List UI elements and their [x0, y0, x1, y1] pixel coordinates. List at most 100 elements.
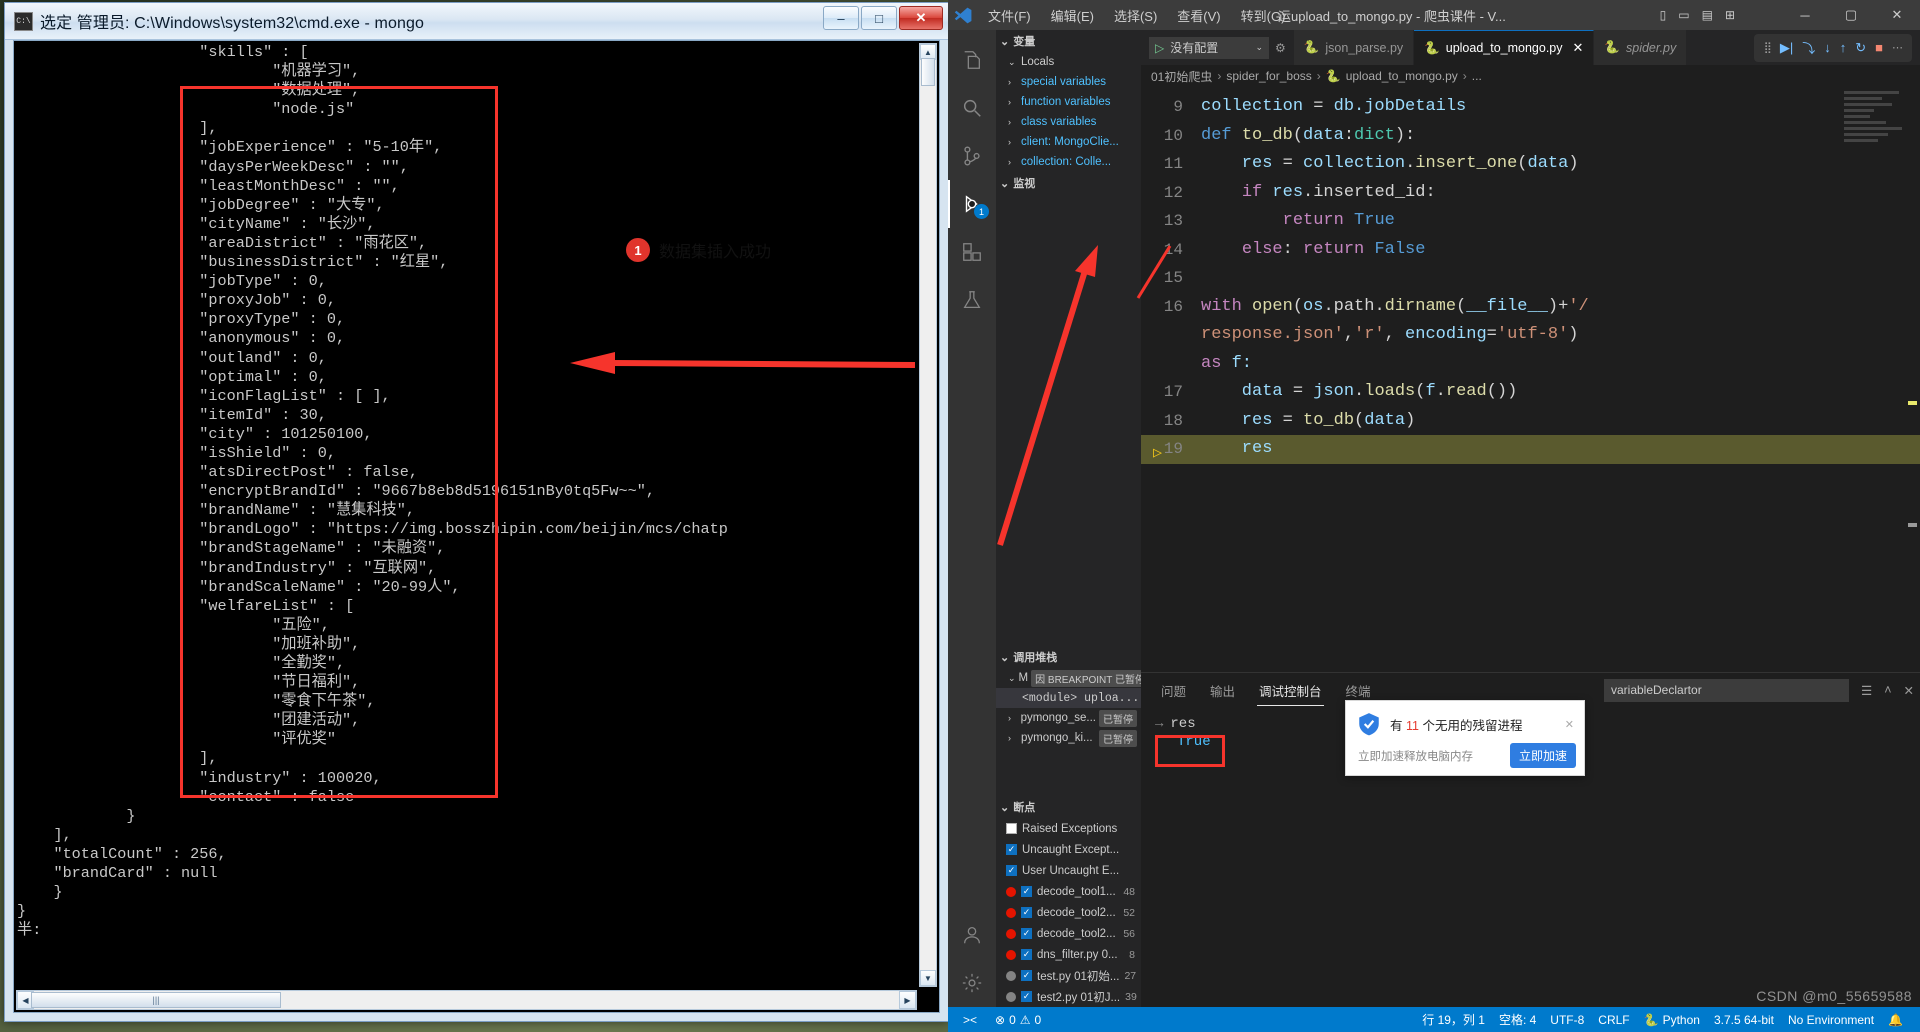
step-over-icon[interactable]: ⤵ [1802, 38, 1815, 57]
tab-debug-console[interactable]: 调试控制台 [1257, 675, 1324, 706]
layout-toggle-icons[interactable]: ▯ ▭ ▤ ⊞ [1660, 8, 1735, 22]
cmd-vscroll-thumb[interactable] [921, 58, 935, 86]
scroll-right-icon[interactable]: ▶ [899, 991, 916, 1009]
callstack-thread-row[interactable]: ⌄ M 因 BREAKPOINT 已暂停 [996, 668, 1141, 688]
checkbox-checked[interactable]: ✓ [1006, 844, 1017, 855]
checkbox-checked[interactable]: ✓ [1021, 886, 1032, 897]
debug-settings-gear-icon[interactable]: ⚙ [1275, 41, 1286, 55]
cursor-position[interactable]: 行 19，列 1 [1415, 1007, 1492, 1032]
tree-row[interactable]: › special variables [996, 72, 1141, 92]
breakpoint-row[interactable]: Raised Exceptions [996, 818, 1141, 839]
problems-indicator[interactable]: ⊗ 0 ⚠ 0 [988, 1007, 1048, 1032]
tree-row[interactable]: › collection: Colle... [996, 152, 1141, 172]
run-and-debug-icon[interactable]: 1 [948, 180, 996, 228]
tab-problems[interactable]: 问题 [1159, 675, 1188, 706]
stop-icon[interactable]: ■ [1875, 40, 1883, 55]
more-actions-icon[interactable]: ⋯ [1892, 41, 1903, 54]
code-line[interactable]: 13 return True [1141, 207, 1920, 236]
tab-upload_to_mongo[interactable]: 🐍 upload_to_mongo.py ✕ [1414, 30, 1595, 65]
accounts-icon[interactable] [948, 911, 996, 959]
code-editor[interactable]: 9 collection = db.jobDetails 10 def to_db(d… [1141, 87, 1920, 672]
language-mode[interactable]: 🐍 Python [1637, 1007, 1707, 1032]
step-out-icon[interactable]: ↑ [1840, 40, 1847, 55]
tree-row[interactable]: › client: MongoClie... [996, 132, 1141, 152]
popup-action-button[interactable]: 立即加速 [1509, 743, 1576, 768]
vscode-close-button[interactable]: ✕ [1874, 0, 1920, 30]
encoding[interactable]: UTF-8 [1543, 1007, 1591, 1032]
debug-toolbar[interactable]: ⣿ ▶| ⤵ ↓ ↑ ↻ ■ ⋯ [1753, 33, 1912, 62]
cmd-horizontal-scrollbar[interactable]: ◀ ||| ▶ [16, 990, 917, 1010]
breadcrumb-item[interactable]: 01初始爬虫 [1151, 68, 1212, 85]
drag-handle-icon[interactable]: ⣿ [1764, 41, 1772, 54]
restart-icon[interactable]: ↻ [1855, 40, 1866, 56]
code-line[interactable]: 14 else: return False [1141, 236, 1920, 265]
breadcrumb-item[interactable]: ... [1472, 69, 1482, 83]
checkbox-unchecked[interactable] [1006, 823, 1017, 834]
panel-maximize-icon[interactable]: ˄ [1884, 683, 1891, 697]
panel-close-icon[interactable]: ✕ [1904, 683, 1914, 698]
vscode-menubar[interactable]: 文件(F) 编辑(E) 选择(S) 查看(V) 转到(G) [978, 2, 1295, 29]
cmd-vertical-scrollbar[interactable]: ▲ ▼ [919, 43, 937, 987]
checkbox-checked[interactable]: ✓ [1021, 949, 1032, 960]
system-popup[interactable]: 有 11 个无用的残留进程 ✕ 立即加速释放电脑内存 立即加速 [1345, 700, 1585, 776]
checkbox-checked[interactable]: ✓ [1021, 970, 1032, 981]
breakpoint-row[interactable]: ✓ Uncaught Except... [996, 839, 1141, 860]
popup-close-icon[interactable]: ✕ [1565, 718, 1574, 731]
menu-selection[interactable]: 选择(S) [1104, 2, 1167, 29]
breakpoint-row[interactable]: ✓ decode_tool1... 48 [996, 881, 1141, 902]
code-line[interactable]: 11 res = collection.insert_one(data) [1141, 150, 1920, 179]
cmd-titlebar[interactable]: C:\ 选定 管理员: C:\Windows\system32\cmd.exe … [5, 3, 948, 40]
checkbox-checked[interactable]: ✓ [1006, 865, 1017, 876]
tab-output[interactable]: 输出 [1208, 675, 1237, 706]
scroll-down-icon[interactable]: ▼ [920, 970, 936, 986]
code-line[interactable]: 12 if res.inserted_id: [1141, 179, 1920, 208]
tab-json_parse[interactable]: 🐍 json_parse.py [1293, 30, 1415, 65]
checkbox-checked[interactable]: ✓ [1021, 907, 1032, 918]
testing-icon[interactable] [948, 276, 996, 324]
panel-more-icon[interactable]: ☰ [1861, 683, 1872, 698]
python-interpreter[interactable]: 3.7.5 64-bit [1707, 1007, 1781, 1032]
code-line[interactable]: 18 res = to_db(data) [1141, 407, 1920, 436]
code-line[interactable]: 10 def to_db(data:dict): [1141, 122, 1920, 151]
source-control-icon[interactable] [948, 132, 996, 180]
code-line[interactable]: 9 collection = db.jobDetails [1141, 93, 1920, 122]
cmd-minimize-button[interactable]: – [823, 6, 859, 30]
callstack-thread-row[interactable]: › pymongo_se... 已暂停 [996, 708, 1141, 728]
breakpoint-row[interactable]: ✓ test2.py 01初J... 39 [996, 986, 1141, 1007]
indentation[interactable]: 空格: 4 [1492, 1007, 1543, 1032]
code-line[interactable]: response.json','r', encoding='utf-8') [1141, 321, 1920, 350]
callstack-thread-row[interactable]: › pymongo_ki... 已暂停 [996, 728, 1141, 748]
breadcrumb-item[interactable]: spider_for_boss [1226, 69, 1311, 83]
toggle-sidebar-icon[interactable]: ▯ [1660, 8, 1667, 22]
eol[interactable]: CRLF [1591, 1007, 1636, 1032]
explorer-icon[interactable] [948, 36, 996, 84]
close-icon[interactable]: ✕ [1573, 40, 1584, 56]
menu-edit[interactable]: 编辑(E) [1041, 2, 1104, 29]
breakpoint-row[interactable]: ✓ test.py 01初始... 27 [996, 965, 1141, 986]
code-line[interactable]: 15 [1141, 264, 1920, 293]
watch-section-header[interactable]: ⌄ 监视 [996, 172, 1141, 194]
breakpoint-row[interactable]: ✓ dns_filter.py 0... 8 [996, 944, 1141, 965]
tab-spider[interactable]: 🐍 spider.py [1594, 30, 1688, 65]
notifications-bell-icon[interactable]: 🔔 [1881, 1007, 1910, 1032]
continue-icon[interactable]: ▶| [1780, 40, 1793, 56]
breakpoint-row[interactable]: ✓ decode_tool2... 56 [996, 923, 1141, 944]
extensions-icon[interactable] [948, 228, 996, 276]
chevron-down-icon[interactable]: ⌄ [1255, 42, 1263, 53]
code-line[interactable]: ▷ 19 res [1141, 435, 1920, 464]
settings-gear-icon[interactable] [948, 959, 996, 1007]
breakpoints-section-header[interactable]: ⌄ 断点 [996, 796, 1141, 818]
tree-row[interactable]: › class variables [996, 112, 1141, 132]
debug-config-select[interactable]: ▷ 没有配置 ⌄ [1149, 36, 1269, 59]
callstack-frame-row[interactable]: <module> uploa... [996, 688, 1141, 708]
menu-view[interactable]: 查看(V) [1167, 2, 1230, 29]
vscode-minimize-button[interactable]: ─ [1782, 0, 1828, 30]
customize-layout-icon[interactable]: ⊞ [1725, 8, 1735, 22]
vscode-maximize-button[interactable]: ▢ [1828, 0, 1874, 30]
checkbox-checked[interactable]: ✓ [1021, 991, 1032, 1002]
python-environment[interactable]: No Environment [1781, 1007, 1881, 1032]
code-line[interactable]: 16 with open(os.path.dirname(__file__)+'/ [1141, 293, 1920, 322]
tree-row[interactable]: › function variables [996, 92, 1141, 112]
panel-filter-input[interactable]: variableDeclartor [1603, 678, 1849, 702]
toggle-panel-icon[interactable]: ▭ [1678, 8, 1689, 22]
